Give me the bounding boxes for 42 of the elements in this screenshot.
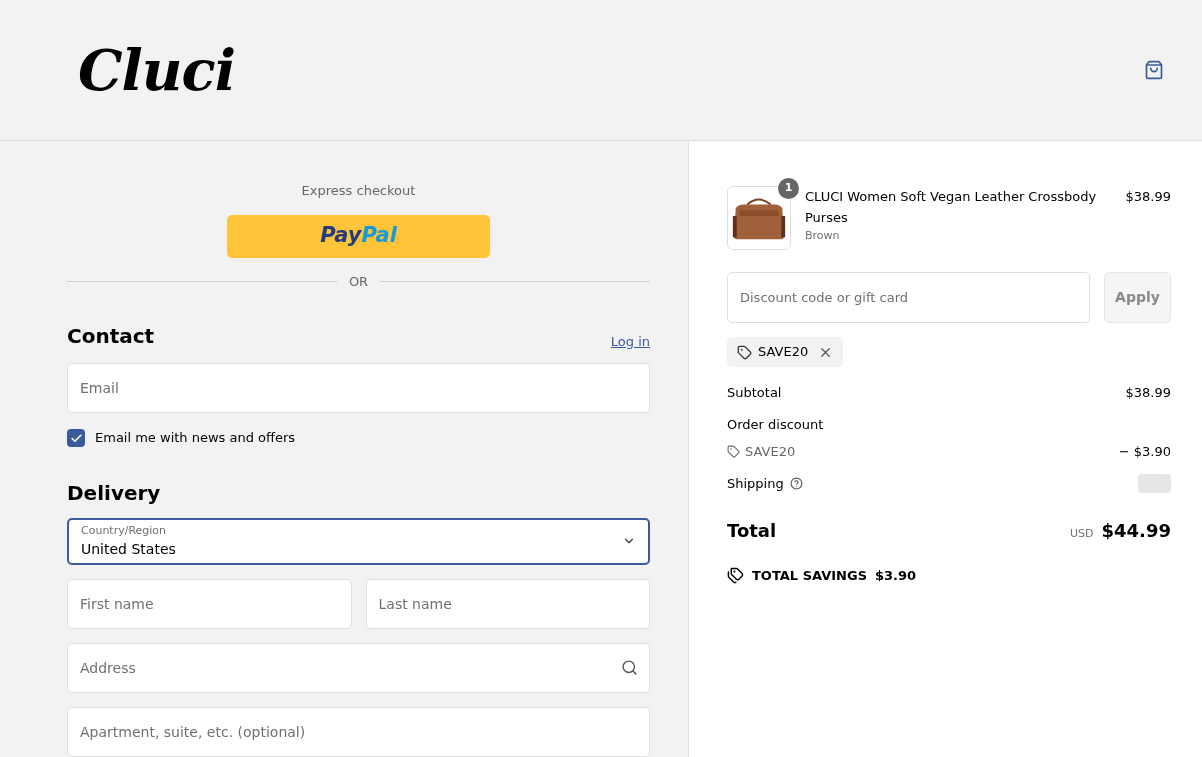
total-savings-value: $3.90: [875, 567, 917, 585]
express-checkout-title: Express checkout: [301, 182, 416, 200]
tag-icon: [737, 344, 752, 360]
applied-code: SAVE20: [758, 343, 809, 362]
input-field[interactable]: First name: [67, 579, 352, 629]
shipping-value-placeholder: [1138, 473, 1171, 493]
product-price: $38.99: [1125, 188, 1171, 206]
or-divider-label: OR: [348, 272, 369, 291]
tags-icon: [727, 567, 744, 585]
help-icon[interactable]: [789, 476, 803, 490]
newsletter-label: Email me with news and offers: [95, 429, 296, 448]
country-value: United States: [81, 540, 176, 560]
delivery-heading: Delivery: [67, 479, 162, 507]
quantity-badge: 1: [778, 178, 799, 199]
product-variant: Brown: [805, 228, 841, 244]
total-savings-label: TOTAL SAVINGS: [752, 567, 867, 585]
discount-value: − $3.90: [1118, 443, 1171, 461]
brand-logo[interactable]: Cluci: [78, 42, 235, 98]
order-discount-label: Order discount: [727, 415, 825, 434]
discount-code: SAVE20: [745, 443, 796, 461]
currency-code: USD: [1070, 526, 1094, 542]
check-icon: [69, 431, 83, 445]
subtotal-label: Subtotal: [727, 384, 782, 402]
input-field[interactable]: Address: [67, 643, 650, 693]
tag-icon: [727, 445, 740, 459]
shipping-label: Shipping: [727, 474, 784, 493]
total-value: $44.99: [1101, 519, 1171, 543]
log-in-link[interactable]: Log in: [610, 331, 650, 352]
input-field[interactable]: Last name: [365, 579, 650, 629]
newsletter-checkbox[interactable]: [67, 429, 85, 447]
total-label: Total: [727, 519, 777, 543]
country-select[interactable]: Country/Region United States: [67, 517, 650, 565]
shopping-bag-icon[interactable]: [1144, 60, 1164, 80]
contact-heading: Contact: [67, 323, 155, 351]
search-icon[interactable]: [621, 659, 638, 676]
input-field[interactable]: Apartment, suite, etc. (optional): [67, 707, 650, 757]
subtotal-value: $38.99: [1125, 384, 1171, 402]
discount-field[interactable]: Discount code or gift card: [727, 272, 1090, 323]
input-field[interactable]: Email: [67, 363, 650, 414]
country-label: Country/Region: [81, 522, 168, 539]
paypal-button[interactable]: PayPal: [227, 214, 490, 258]
product-name: CLUCI Women Soft Vegan Leather Crossbody Purses: [805, 188, 1098, 227]
